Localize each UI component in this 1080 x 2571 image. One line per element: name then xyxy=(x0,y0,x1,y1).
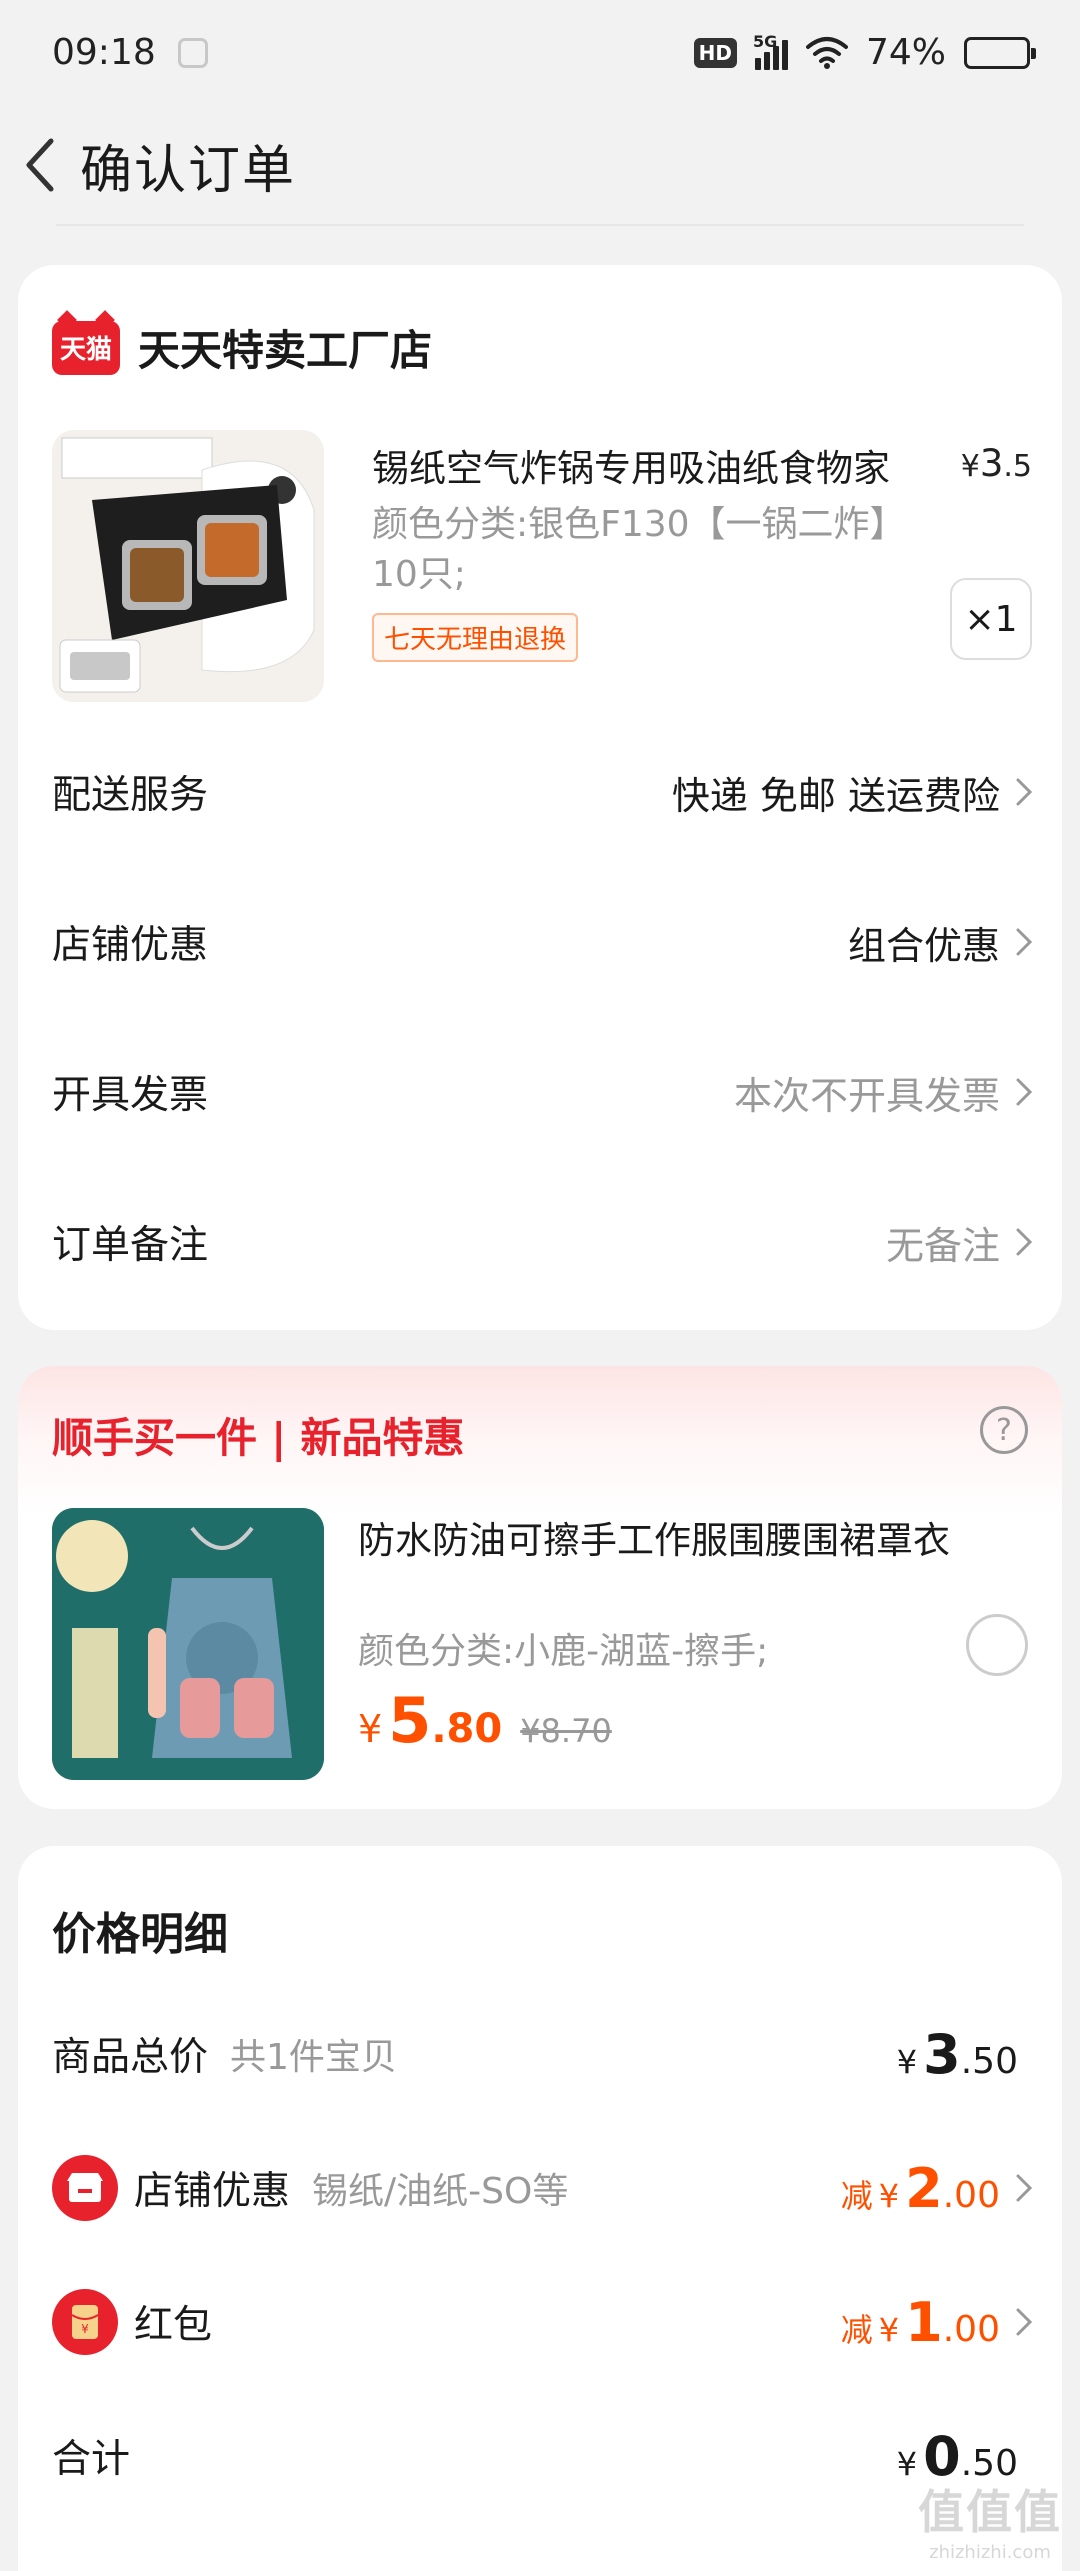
price-decimal: .00 xyxy=(942,2174,1000,2216)
chevron-right-icon xyxy=(1016,1078,1032,1106)
price-integer: 3 xyxy=(979,442,1004,485)
price-row-shop-discount[interactable]: 店铺优惠 锡纸/油纸-SO等 减 ¥ 2 .00 xyxy=(52,2148,1032,2228)
notification-icon xyxy=(177,37,208,68)
option-row-invoice[interactable]: 开具发票 本次不开具发票 xyxy=(52,1052,1032,1132)
discount-prefix: 减 xyxy=(840,2176,873,2215)
chevron-right-icon xyxy=(1016,2308,1032,2336)
add-on-promo-card: 顺手买一件 | 新品特惠 ? 防水防油可擦手工作服围腰围裙罩衣 颜色分类:小鹿-… xyxy=(18,1366,1062,1809)
chevron-right-icon xyxy=(1016,928,1032,956)
option-value: 快递 免邮 送运费险 xyxy=(671,773,1000,818)
price-integer: 1 xyxy=(905,2290,943,2354)
price-symbol: ¥ xyxy=(878,2310,900,2349)
product-price: ¥3.5 xyxy=(961,442,1032,485)
price-detail-card: 价格明细 商品总价 共1件宝贝 ¥ 3 .50 店铺优惠 锡纸/油纸-SO等 减… xyxy=(18,1846,1062,2571)
order-shop-card: 天猫 天天特卖工厂店 锡纸空气炸锅专用吸油纸食物家 ¥3.5 颜色分类:银色F1… xyxy=(18,265,1062,1330)
wifi-icon xyxy=(805,36,848,69)
option-row-shop-discount[interactable]: 店铺优惠 组合优惠 xyxy=(52,902,1032,982)
price-integer: 5 xyxy=(388,1684,432,1757)
header-divider xyxy=(56,224,1024,226)
price-decimal: .00 xyxy=(942,2308,1000,2350)
price-row-label: 商品总价 xyxy=(52,2035,209,2080)
promo-product-title: 防水防油可擦手工作服围腰围裙罩衣 xyxy=(358,1519,950,1562)
price-row-label: 红包 xyxy=(134,2303,213,2348)
chevron-right-icon xyxy=(1016,2174,1032,2202)
status-time: 09:18 xyxy=(52,32,156,73)
price-row-label: 合计 xyxy=(52,2437,131,2482)
price-row-red-packet[interactable]: ¥ 红包 减 ¥ 1 .00 xyxy=(52,2282,1032,2362)
cellular-signal-icon: 5G xyxy=(753,32,788,70)
site-watermark: 值值值 zhizhizhi.com xyxy=(918,2476,1062,2563)
price-decimal: .80 xyxy=(431,1706,503,1752)
price-detail-title: 价格明细 xyxy=(52,1909,228,1960)
price-integer: 2 xyxy=(905,2156,943,2220)
product-image xyxy=(52,430,324,702)
price-integer: 3 xyxy=(923,2022,961,2086)
option-label: 配送服务 xyxy=(52,773,209,818)
status-bar: 09:18 HD 5G 74% xyxy=(0,0,1080,105)
shop-header[interactable]: 天猫 天天特卖工厂店 xyxy=(52,317,432,378)
price-row-subtotal: 商品总价 共1件宝贝 ¥ 3 .50 xyxy=(52,2014,1032,2094)
promo-title: 顺手买一件 | 新品特惠 xyxy=(52,1414,465,1462)
svg-text:¥: ¥ xyxy=(81,2322,89,2336)
discount-prefix: 减 xyxy=(840,2310,873,2349)
watermark-url: zhizhizhi.com xyxy=(929,2542,1051,2563)
price-decimal: .50 xyxy=(960,2040,1018,2082)
option-value: 无备注 xyxy=(885,1223,1000,1268)
order-product[interactable]: 锡纸空气炸锅专用吸油纸食物家 ¥3.5 颜色分类:银色F130【一锅二炸】10只… xyxy=(52,430,1032,702)
option-value: 本次不开具发票 xyxy=(733,1073,1000,1118)
chevron-right-icon xyxy=(1016,1228,1032,1256)
top-nav: 确认订单 xyxy=(0,105,1080,225)
product-title: 锡纸空气炸锅专用吸油纸食物家 xyxy=(372,447,890,490)
option-label: 店铺优惠 xyxy=(52,923,209,968)
battery-icon xyxy=(964,36,1036,69)
hd-icon: HD xyxy=(693,37,737,68)
price-row-sub: 共1件宝贝 xyxy=(230,2037,397,2078)
shop-coupon-icon xyxy=(52,2155,118,2221)
shop-name: 天天特卖工厂店 xyxy=(138,326,433,375)
product-spec: 颜色分类:银色F130【一锅二炸】10只; xyxy=(372,504,888,595)
promo-product-spec: 颜色分类:小鹿-湖蓝-擦手; xyxy=(358,1631,769,1672)
price-symbol: ¥ xyxy=(960,449,980,484)
promo-product-image xyxy=(52,1508,324,1780)
option-label: 开具发票 xyxy=(52,1073,209,1118)
option-row-order-note[interactable]: 订单备注 无备注 xyxy=(52,1202,1032,1282)
tmall-logo: 天猫 xyxy=(52,320,120,375)
red-packet-icon: ¥ xyxy=(52,2289,118,2355)
option-value: 组合优惠 xyxy=(847,923,1000,968)
price-symbol: ¥ xyxy=(896,2444,918,2483)
price-symbol: ¥ xyxy=(896,2042,918,2081)
add-on-select-radio[interactable] xyxy=(966,1614,1028,1676)
watermark-logo: 值值值 xyxy=(918,2485,1062,2539)
option-label: 订单备注 xyxy=(52,1223,209,1268)
network-type-label: 5G xyxy=(752,31,778,51)
original-price: ¥8.70 xyxy=(520,1712,612,1750)
battery-percent: 74% xyxy=(865,32,946,73)
return-policy-badge: 七天无理由退换 xyxy=(372,613,579,662)
price-symbol: ¥ xyxy=(358,1707,383,1751)
price-row-total: 合计 ¥ 0 .50 xyxy=(52,2416,1032,2496)
promo-product-price: ¥ 5 .80 ¥8.70 xyxy=(358,1684,612,1757)
price-row-amount: 减 ¥ 2 .00 xyxy=(841,2157,1000,2220)
price-row-label: 店铺优惠 xyxy=(134,2169,291,2214)
price-symbol: ¥ xyxy=(878,2176,900,2215)
price-decimal: .5 xyxy=(1003,449,1032,484)
back-arrow-icon[interactable] xyxy=(12,130,68,200)
help-icon[interactable]: ? xyxy=(980,1406,1028,1454)
option-row-delivery[interactable]: 配送服务 快递 免邮 送运费险 xyxy=(52,752,1032,832)
chevron-right-icon xyxy=(1016,778,1032,806)
quantity-stepper[interactable]: ×1 xyxy=(950,578,1032,660)
price-row-sub: 锡纸/油纸-SO等 xyxy=(312,2171,569,2212)
price-row-amount: ¥ 3 .50 xyxy=(897,2023,1018,2086)
price-row-amount: 减 ¥ 1 .00 xyxy=(841,2291,1000,2354)
page-title: 确认订单 xyxy=(80,140,297,201)
